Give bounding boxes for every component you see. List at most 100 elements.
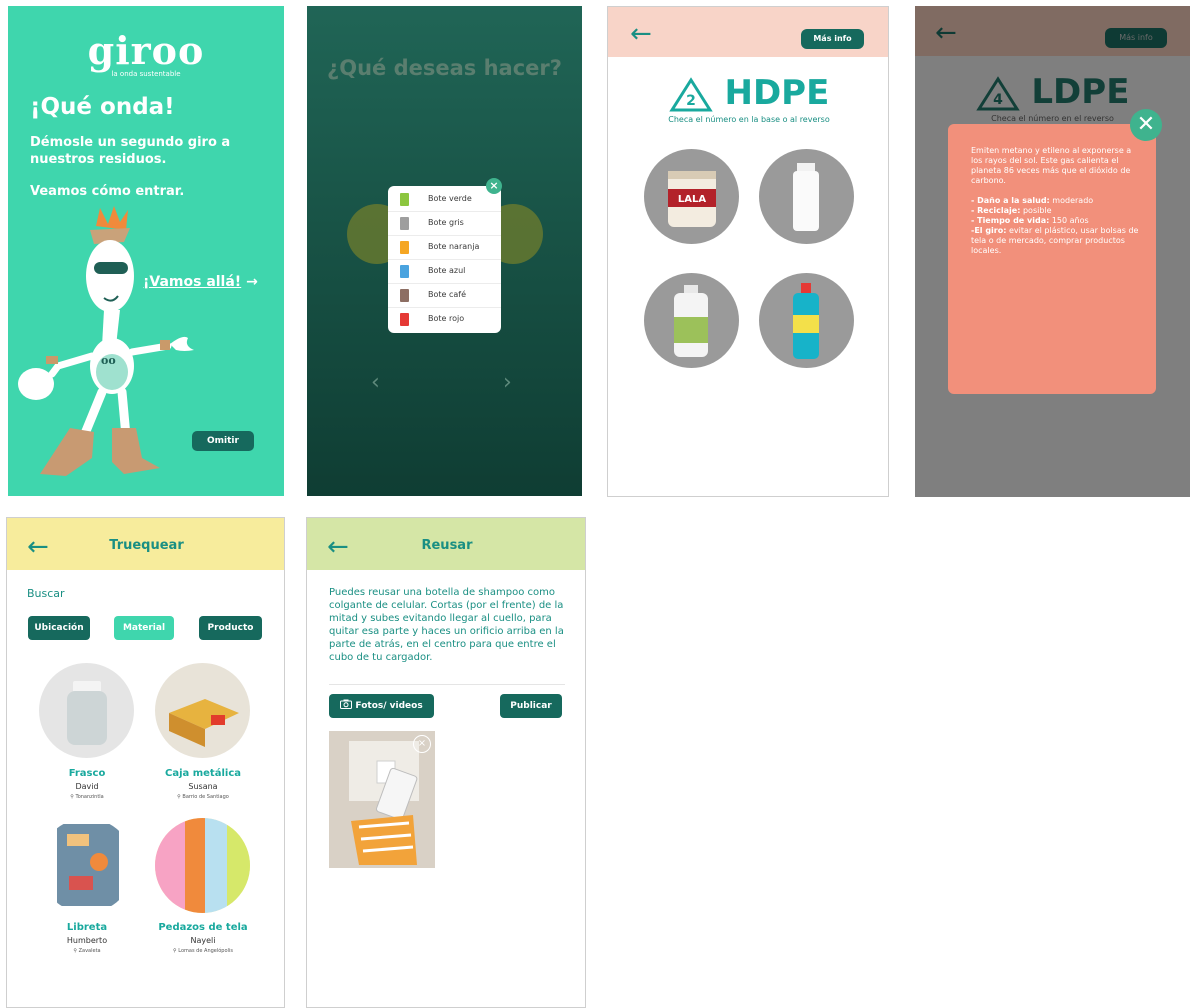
search-input[interactable]: Buscar (27, 587, 65, 600)
item-owner: Susana (188, 782, 218, 791)
close-icon[interactable]: ✕ (1130, 109, 1162, 141)
filter-location-button[interactable]: Ubicación (28, 616, 90, 640)
fact-tip: -El giro: evitar el plástico, usar bolsa… (971, 226, 1139, 255)
jar-image (67, 681, 107, 745)
box-image (169, 699, 239, 747)
recycle-number: 2 (686, 93, 696, 109)
item-location: ⚲ Lomas de Angelópolis (173, 948, 233, 954)
item-title: Frasco (68, 768, 106, 779)
recycle-number: 4 (993, 92, 1003, 108)
cleaner-bottle-image (793, 283, 819, 359)
more-info-button[interactable]: Más info (801, 29, 864, 49)
back-arrow-icon[interactable]: ← (630, 19, 652, 49)
svg-text:LALA: LALA (678, 194, 706, 205)
plastic-type-title: 2 HDPE (608, 73, 888, 113)
back-arrow-icon[interactable]: ← (935, 18, 957, 48)
info-description: Emiten metano y etileno al exponerse a l… (971, 146, 1132, 185)
photos-videos-button[interactable]: Fotos/ videos (329, 694, 434, 718)
chevron-right-icon[interactable]: › (503, 370, 512, 395)
bin-option-gray[interactable]: Bote gris (388, 212, 501, 236)
hdpe-screen: ← Más info 2 HDPE Checa el número en la … (607, 6, 889, 497)
skip-button[interactable]: Omitir (192, 431, 254, 451)
bin-option-blue[interactable]: Bote azul (388, 260, 501, 284)
info-card-text: Emiten metano y etileno al exponerse a l… (971, 146, 1141, 256)
question-heading: ¿Qué deseas hacer? (327, 56, 562, 80)
bin-label: Bote naranja (428, 242, 480, 251)
bin-option-brown[interactable]: Bote café (388, 284, 501, 308)
bin-label: Bote café (428, 290, 467, 299)
item-caja-image[interactable] (155, 663, 250, 758)
logo-tagline: la onda sustentable (111, 70, 181, 78)
photos-videos-label: Fotos/ videos (355, 701, 423, 711)
camera-icon (340, 699, 355, 711)
bin-option-orange[interactable]: Bote naranja (388, 236, 501, 260)
item-libreta-image[interactable] (39, 818, 134, 913)
filter-product-button[interactable]: Producto (199, 616, 262, 640)
item-owner: David (75, 782, 99, 791)
plastic-type-title: 4 LDPE (915, 72, 1190, 112)
lets-go-link[interactable]: ¡Vamos allá! → (143, 274, 258, 290)
bin-selection-popup: Bote verde Bote gris Bote naranja Bote a… (388, 186, 501, 333)
detergent-bottle-image (674, 285, 708, 357)
bin-label: Bote azul (428, 266, 466, 275)
bin-label: Bote gris (428, 218, 464, 227)
recycle-triangle-icon: 4 (975, 75, 1020, 110)
trash-bin-icon (400, 289, 409, 302)
trash-bin-icon (400, 313, 409, 326)
fact-lifetime: - Tiempo de vida: 150 años (971, 216, 1089, 225)
page-title: Truequear (109, 538, 184, 553)
item-owner: Humberto (66, 936, 108, 945)
trash-bin-icon (400, 265, 409, 278)
remove-photo-icon[interactable]: × (413, 735, 431, 753)
fact-recycling: - Reciclaje: posible (971, 206, 1052, 215)
bin-label: Bote rojo (428, 314, 465, 323)
bin-label: Bote verde (428, 194, 472, 203)
fabric-image (155, 818, 250, 913)
product-cleaner[interactable] (759, 273, 854, 368)
greeting-heading: ¡Qué onda! (30, 94, 175, 120)
lets-go-label: ¡Vamos allá! (143, 274, 242, 290)
action-select-screen: ¿Qué deseas hacer? Bote verde Bote gris … (307, 6, 582, 496)
recycle-triangle-icon: 2 (668, 76, 713, 111)
white-bottle-image (793, 163, 819, 231)
filter-material-button[interactable]: Material (114, 616, 174, 640)
hint-text: Checa el número en la base o al reverso (668, 115, 830, 124)
close-icon[interactable]: × (486, 178, 502, 194)
product-detergent[interactable] (644, 273, 739, 368)
bin-option-green[interactable]: Bote verde (388, 188, 501, 212)
enter-text: Veamos cómo entrar. (30, 184, 185, 199)
item-title: Pedazos de tela (158, 922, 248, 933)
divider (329, 684, 565, 685)
reuse-text-input[interactable]: Puedes reusar una botella de shampoo com… (329, 586, 569, 664)
page-title: Reusar (421, 538, 473, 553)
item-location: ⚲ Zavaleta (73, 948, 101, 954)
product-lala-crema[interactable]: LALA (644, 149, 739, 244)
notebook-image (57, 824, 119, 906)
publish-button[interactable]: Publicar (500, 694, 562, 718)
ldpe-info-screen: ← Más info 4 LDPE Checa el número en el … (915, 6, 1190, 497)
more-info-button[interactable]: Más info (1105, 28, 1167, 48)
product-white-bottle[interactable] (759, 149, 854, 244)
chevron-left-icon[interactable]: ‹ (371, 370, 380, 395)
welcome-screen: giroo la onda sustentable ¡Qué onda! Dém… (8, 6, 284, 496)
trash-bin-icon (400, 241, 409, 254)
item-title: Libreta (66, 922, 108, 933)
item-frasco-image[interactable] (39, 663, 134, 758)
welcome-subtitle: Démosle un segundo giro a nuestros resid… (30, 135, 231, 167)
barter-screen: ← Truequear Buscar Ubicación Material Pr… (6, 517, 285, 1008)
title-text: HDPE (724, 73, 830, 113)
lala-crema-image: LALA (668, 171, 716, 227)
item-tela-image[interactable] (155, 818, 250, 913)
bin-option-red[interactable]: Bote rojo (388, 308, 501, 332)
trash-bin-icon (400, 193, 409, 206)
reuse-screen: ← Reusar Puedes reusar una botella de sh… (306, 517, 586, 1008)
arrow-right-icon: → (246, 274, 258, 290)
item-location: ⚲ Barrio de Santiago (177, 794, 229, 800)
fact-health: - Daño a la salud: moderado (971, 196, 1094, 205)
trash-bin-icon (400, 217, 409, 230)
item-location: ⚲ Tonanzintla (70, 794, 104, 800)
svg-text:oo: oo (101, 354, 116, 367)
title-text: LDPE (1031, 72, 1130, 112)
item-owner: Nayeli (190, 936, 216, 945)
giroo-logo: giroo (87, 28, 205, 73)
